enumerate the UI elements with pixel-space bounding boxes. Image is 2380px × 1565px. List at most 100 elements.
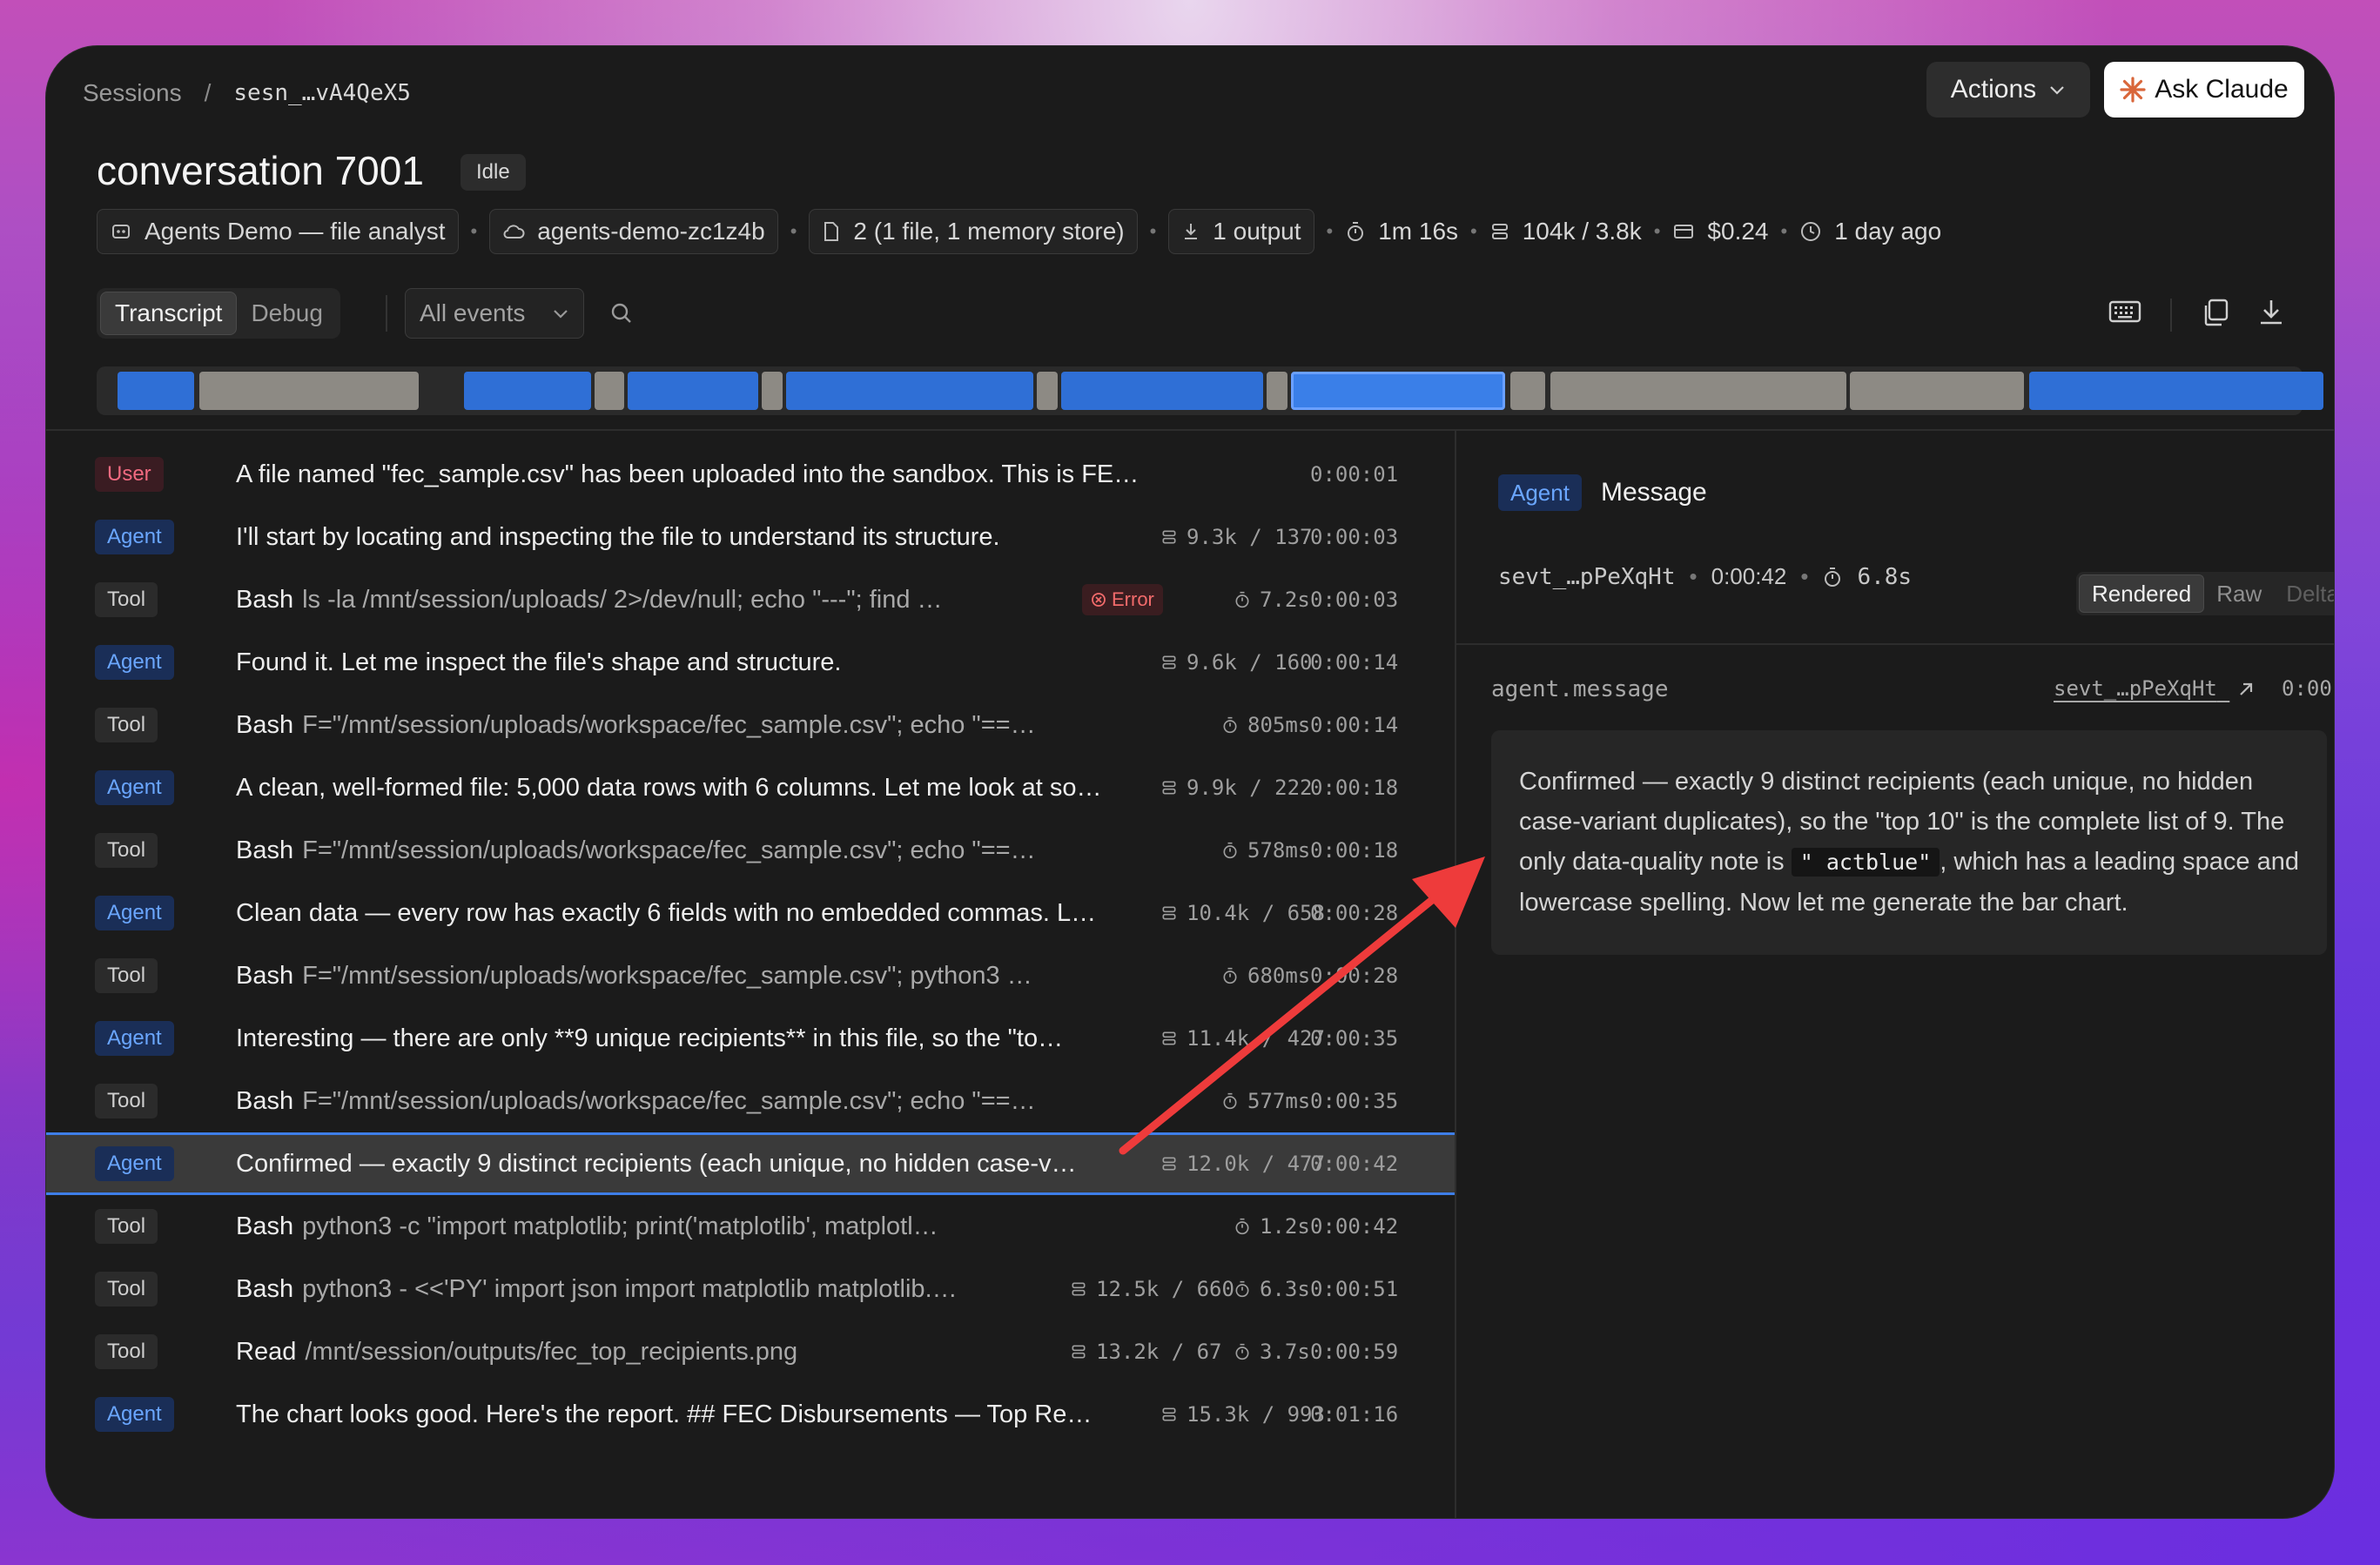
event-row[interactable]: Agent Confirmed — exactly 9 distinct reci… xyxy=(46,1132,1455,1195)
timeline-segment[interactable] xyxy=(199,372,419,410)
event-time: 0:00:42 xyxy=(2282,676,2334,701)
event-role-badge: Agent xyxy=(95,1397,174,1432)
outputs-chip[interactable]: 1 output xyxy=(1168,209,1314,254)
tab-debug[interactable]: Debug xyxy=(237,292,337,335)
duration-stat: 3.7s xyxy=(1234,1340,1310,1364)
meta-separator: • xyxy=(470,220,478,242)
search-icon[interactable] xyxy=(608,300,635,326)
actions-button[interactable]: Actions xyxy=(1926,62,2090,118)
ask-claude-label: Ask Claude xyxy=(2155,75,2289,104)
event-row[interactable]: Tool Bash python3 -c "import matplotlib; p… xyxy=(46,1195,1455,1258)
ask-claude-button[interactable]: Ask Claude xyxy=(2104,62,2304,118)
detail-role-badge: Agent xyxy=(1498,474,1582,511)
event-row[interactable]: Tool Bash F="/mnt/session/uploads/workspac… xyxy=(46,694,1455,756)
event-command: F="/mnt/session/uploads/workspace/fec_sa… xyxy=(302,1086,1036,1115)
duration-value: 680ms xyxy=(1247,964,1311,988)
age-stat: 1 day ago xyxy=(1799,218,1941,245)
timeline-segment[interactable] xyxy=(786,372,1033,410)
event-row[interactable]: Agent Found it. Let me inspect the file's… xyxy=(46,631,1455,694)
event-row[interactable]: User A file named "fec_sample.csv" has be… xyxy=(46,443,1455,506)
agent-chip[interactable]: Agents Demo — file analyst xyxy=(97,209,459,254)
event-summary-text: Bash xyxy=(236,710,294,739)
event-summary-text: A clean, well-formed file: 5,000 data ro… xyxy=(236,773,1102,802)
breadcrumb-separator: / xyxy=(204,79,212,106)
token-stat: 9.9k / 222 xyxy=(1160,776,1313,800)
tab-raw[interactable]: Raw xyxy=(2204,574,2274,613)
event-summary: A file named "fec_sample.csv" has been u… xyxy=(236,460,1155,489)
keyboard-icon[interactable] xyxy=(2108,297,2142,326)
token-count: 9.3k / 137 xyxy=(1187,525,1313,549)
event-row[interactable]: Tool Bash ls -la /mnt/session/uploads/ 2>/… xyxy=(46,568,1455,631)
timeline-segment[interactable] xyxy=(595,372,624,410)
duration-value: 1.2s xyxy=(1260,1214,1310,1239)
event-row[interactable]: Agent I'll start by locating and inspecti… xyxy=(46,506,1455,568)
detail-meta: sevt_…pPeXqHt • 0:00:42 • 6.8s xyxy=(1498,563,1912,590)
chevron-down-icon xyxy=(2050,86,2064,95)
tab-deltas[interactable]: Deltas xyxy=(2274,574,2334,613)
agent-name: Agents Demo — file analyst xyxy=(145,218,446,245)
duration-stat: 805ms xyxy=(1221,713,1310,737)
event-timestamp: 0:01:16 xyxy=(1310,1402,1399,1427)
event-row[interactable]: Agent A clean, well-formed file: 5,000 da… xyxy=(46,756,1455,819)
timeline-segment[interactable] xyxy=(1267,372,1287,410)
duration-stat: 680ms xyxy=(1221,964,1310,988)
timeline-segment[interactable] xyxy=(2029,372,2323,410)
event-role-badge: Tool xyxy=(95,1084,158,1118)
timeline-segment[interactable] xyxy=(1550,372,1846,410)
event-timeline xyxy=(97,366,2323,415)
breadcrumb-session-id: sesn_…vA4QeX5 xyxy=(233,80,411,106)
event-command: python3 -c "import matplotlib; print('ma… xyxy=(302,1212,938,1240)
event-row[interactable]: Agent Interesting — there are only **9 un… xyxy=(46,1007,1455,1070)
timeline-segment[interactable] xyxy=(1850,372,2024,410)
timeline-segment[interactable] xyxy=(628,372,758,410)
event-id-link[interactable]: sevt_…pPeXqHt xyxy=(2054,676,2256,701)
meta-separator: • xyxy=(1149,220,1157,242)
copy-icon[interactable] xyxy=(2200,297,2231,328)
event-summary-text: Confirmed — exactly 9 distinct recipient… xyxy=(236,1149,1077,1178)
event-command: F="/mnt/session/uploads/workspace/fec_sa… xyxy=(302,836,1036,864)
timeline-segment[interactable] xyxy=(118,372,194,410)
event-summary-text: I'll start by locating and inspecting th… xyxy=(236,522,1000,551)
token-stat: 13.2k / 67 xyxy=(1070,1340,1222,1364)
event-row[interactable]: Agent The chart looks good. Here's the re… xyxy=(46,1383,1455,1446)
event-role-badge: Tool xyxy=(95,958,158,993)
event-summary-text: Interesting — there are only **9 unique … xyxy=(236,1024,1064,1052)
timeline-segment[interactable] xyxy=(762,372,783,410)
tokens-icon xyxy=(1162,1407,1176,1421)
tab-transcript[interactable]: Transcript xyxy=(100,292,238,335)
event-row[interactable]: Agent Clean data — every row has exactly … xyxy=(46,882,1455,944)
event-id-link-text: sevt_…pPeXqHt xyxy=(2054,676,2217,701)
clock-icon xyxy=(1801,222,1821,241)
event-row[interactable]: Tool Read/mnt/session/outputs/fec_top_rec… xyxy=(46,1320,1455,1383)
duration-value: 7.2s xyxy=(1260,588,1310,612)
timeline-segment[interactable] xyxy=(464,372,591,410)
event-row[interactable]: Tool Bash F="/mnt/session/uploads/workspac… xyxy=(46,1070,1455,1132)
event-row[interactable]: Tool Bash F="/mnt/session/uploads/workspac… xyxy=(46,944,1455,1007)
files-chip[interactable]: 2 (1 file, 1 memory store) xyxy=(809,209,1138,254)
breadcrumb: Sessions / sesn_…vA4QeX5 xyxy=(83,76,411,111)
breadcrumb-sessions-link[interactable]: Sessions xyxy=(83,79,182,107)
download-icon[interactable] xyxy=(2256,297,2287,328)
stopwatch-icon xyxy=(1223,716,1237,734)
timeline-segment[interactable] xyxy=(1061,372,1263,410)
token-stat: 9.6k / 160 xyxy=(1160,650,1313,675)
timeline-segment[interactable] xyxy=(1291,372,1505,410)
event-summary-text: Bash xyxy=(236,1274,294,1303)
event-row[interactable]: Tool Bash python3 - <<'PY' import json imp… xyxy=(46,1258,1455,1320)
event-filter-select[interactable]: All events xyxy=(405,288,584,339)
timeline-segment[interactable] xyxy=(1510,372,1545,410)
stopwatch-icon xyxy=(1235,1218,1249,1235)
session-meta-row: Agents Demo — file analyst • agents-demo… xyxy=(97,208,1941,255)
environment-chip[interactable]: agents-demo-zc1z4b xyxy=(489,209,778,254)
error-icon xyxy=(1092,593,1106,607)
tokens-icon xyxy=(1162,1157,1176,1171)
event-row[interactable]: Tool Bash F="/mnt/session/uploads/workspac… xyxy=(46,819,1455,882)
timeline-segment[interactable] xyxy=(1037,372,1058,410)
meta-separator: • xyxy=(1326,220,1334,242)
token-count: 9.9k / 222 xyxy=(1187,776,1313,800)
duration-value: 6.3s xyxy=(1260,1277,1310,1301)
tab-rendered[interactable]: Rendered xyxy=(2079,574,2205,613)
event-timestamp: 0:00:01 xyxy=(1310,462,1399,487)
event-role-badge: User xyxy=(95,457,164,492)
tokens-icon xyxy=(1162,530,1176,544)
